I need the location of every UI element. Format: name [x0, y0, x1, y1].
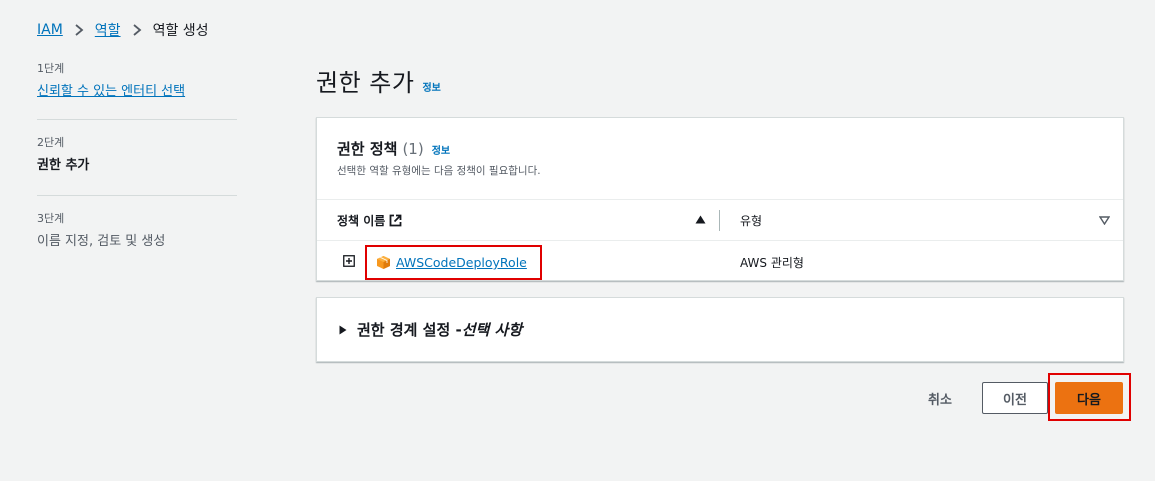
step-current-add-permissions: 권한 추가 [37, 158, 90, 173]
boundary-title[interactable]: 권한 경계 설정 - [357, 319, 462, 340]
caret-right-icon[interactable] [339, 325, 347, 335]
page-info-link[interactable]: 정보 [422, 79, 440, 94]
panel-title: 권한 정책 [337, 140, 398, 158]
column-divider[interactable] [719, 210, 720, 231]
expand-plus-icon[interactable] [343, 255, 355, 267]
previous-button[interactable]: 이전 [982, 382, 1048, 414]
step-number: 1단계 [37, 62, 65, 75]
step-number: 3단계 [37, 212, 65, 225]
chevron-right-icon [74, 24, 84, 36]
wizard-step-2: 2단계 권한 추가 [37, 120, 237, 195]
policy-name-cell: AWSCodeDeployRole [365, 245, 542, 280]
step-name-review-create: 이름 지정, 검토 및 생성 [37, 234, 166, 249]
chevron-right-icon [132, 24, 142, 36]
next-button[interactable]: 다음 [1055, 382, 1123, 414]
external-link-icon [389, 214, 402, 226]
panel-info-link[interactable]: 정보 [432, 142, 450, 157]
breadcrumb: IAM 역할 역할 생성 [37, 20, 209, 40]
permissions-policies-panel: 권한 정책 (1) 정보 선택한 역할 유형에는 다음 정책이 필요합니다. 정… [316, 117, 1124, 281]
cancel-button[interactable]: 취소 [928, 389, 952, 408]
table-header: 정책 이름 유형 [317, 200, 1123, 241]
policy-count: (1) [402, 140, 424, 158]
panel-description: 선택한 역할 유형에는 다음 정책이 필요합니다. [337, 165, 541, 177]
permissions-boundary-panel[interactable]: 권한 경계 설정 - 선택 사항 [316, 297, 1124, 362]
column-header-policy-name[interactable]: 정책 이름 [337, 212, 402, 229]
sort-descending-icon[interactable] [1099, 216, 1110, 225]
wizard-steps: 1단계 신뢰할 수 있는 엔터티 선택 2단계 권한 추가 3단계 이름 지정,… [37, 62, 237, 251]
sort-ascending-icon[interactable] [695, 215, 706, 224]
panel-header: 권한 정책 (1) 정보 선택한 역할 유형에는 다음 정책이 필요합니다. [317, 118, 1123, 200]
boundary-optional-label: 선택 사항 [461, 321, 523, 339]
step-link-select-trusted-entity[interactable]: 신뢰할 수 있는 엔터티 선택 [37, 83, 237, 101]
column-header-type[interactable]: 유형 [740, 212, 762, 229]
table-row: AWSCodeDeployRole AWS 관리형 [317, 241, 1123, 281]
page-title: 권한 추가 [316, 69, 415, 97]
wizard-step-3: 3단계 이름 지정, 검토 및 생성 [37, 196, 237, 251]
wizard-step-1: 1단계 신뢰할 수 있는 엔터티 선택 [37, 62, 237, 119]
policy-link[interactable]: AWSCodeDeployRole [396, 255, 527, 270]
column-label: 정책 이름 [337, 213, 386, 228]
aws-managed-policy-icon [377, 256, 390, 269]
breadcrumb-current: 역할 생성 [152, 23, 209, 39]
breadcrumb-iam[interactable]: IAM [37, 22, 63, 38]
breadcrumb-roles[interactable]: 역할 [95, 20, 121, 40]
step-number: 2단계 [37, 136, 65, 149]
policy-type-cell: AWS 관리형 [740, 256, 804, 270]
page-header: 권한 추가 정보 [316, 63, 441, 98]
